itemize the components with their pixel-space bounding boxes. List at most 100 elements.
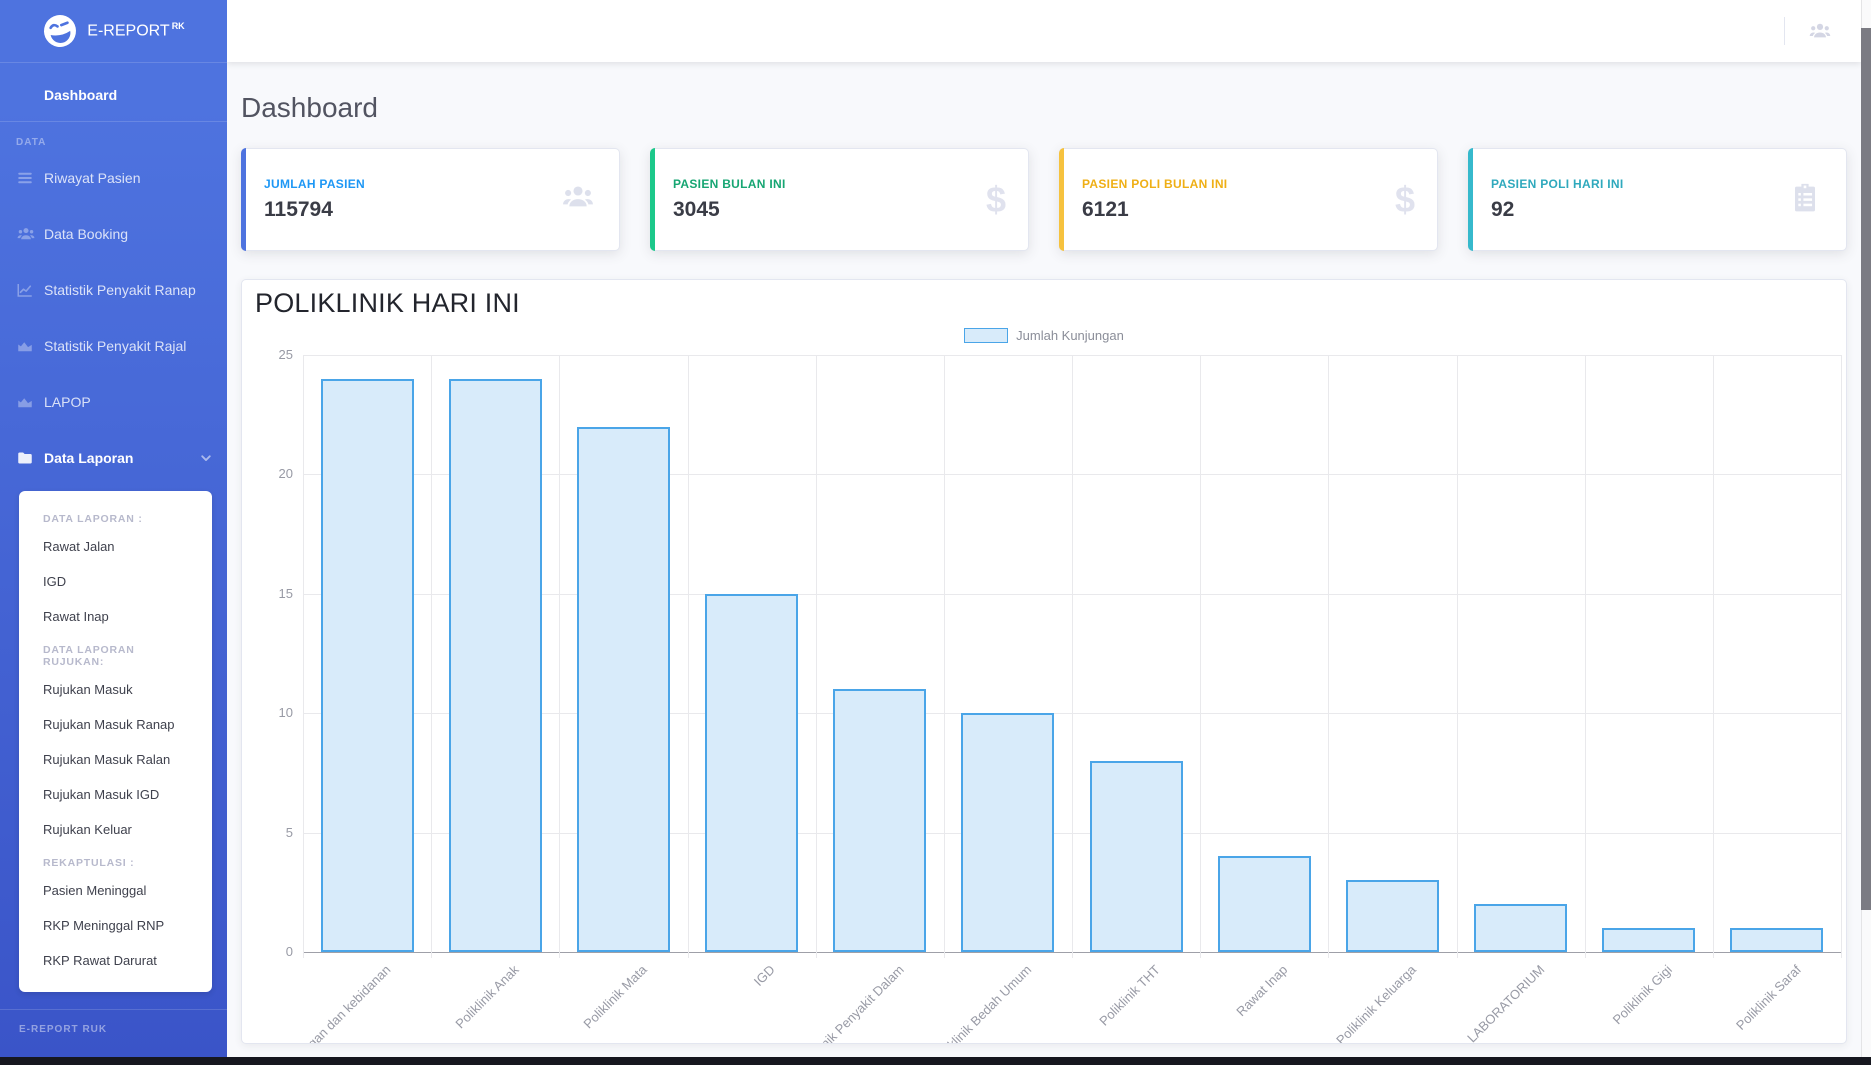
sidebar-submenu-panel: DATA LAPORAN :Rawat JalanIGDRawat InapDA… [19,491,212,992]
v-gridline [1200,355,1201,958]
brand[interactable]: E-REPORTRK [0,0,227,62]
submenu-section-heading: REKAPTULASI : [19,847,212,873]
x-axis-tick-label: ngan dan kebidanan [300,962,394,1044]
stat-card-label: PASIEN BULAN INI [673,177,962,191]
vertical-scrollbar-thumb[interactable] [1861,28,1871,910]
v-gridline [1585,355,1586,958]
x-axis-tick-label: Poliklinik Mata [581,962,650,1031]
sidebar-item-statistik-penyakit-ranap[interactable]: Statistik Penyakit Ranap [0,262,227,318]
users-icon [553,181,597,218]
sidebar: E-REPORTRK Dashboard DATA Riwayat Pasien… [0,0,227,1065]
sidebar-item-label: Dashboard [44,87,117,103]
bar-poliklinik-anak[interactable] [449,379,542,952]
bar-rawat-inap[interactable] [1218,856,1311,952]
dollar-icon: $ [962,182,1006,218]
v-gridline [303,355,304,958]
sidebar-item-lapop[interactable]: LAPOP [0,374,227,430]
bar-poliklinik-tht[interactable] [1090,761,1183,952]
y-axis-tick-label: 0 [253,944,293,959]
clipboard-icon [1780,181,1824,218]
submenu-item-rujukan-masuk[interactable]: Rujukan Masuk [19,672,212,707]
legend-swatch [964,328,1008,343]
sidebar-item-label: LAPOP [44,394,91,410]
v-gridline [1072,355,1073,958]
y-axis-tick-label: 15 [253,586,293,601]
stat-card-pasien-poli-bulan-ini: PASIEN POLI BULAN INI6121$ [1059,148,1438,251]
submenu-item-rujukan-masuk-ranap[interactable]: Rujukan Masuk Ranap [19,707,212,742]
submenu-section-heading: DATA LAPORAN : [19,503,212,529]
vertical-scrollbar-track[interactable] [1861,0,1871,1065]
chart-area-icon [16,393,34,411]
chart-line-icon [16,281,34,299]
tachometer-icon [16,86,34,104]
sidebar-item-riwayat-pasien[interactable]: Riwayat Pasien [0,150,227,206]
window-bottom-edge [0,1057,1871,1065]
sidebar-item-dashboard[interactable]: Dashboard [0,68,227,121]
submenu-item-rkp-rawat-darurat[interactable]: RKP Rawat Darurat [19,943,212,978]
sidebar-item-label: Riwayat Pasien [44,170,141,186]
user-menu-button[interactable] [1799,11,1841,51]
users-icon [1807,20,1833,42]
x-axis-tick-label: Poliklinik Bedah Umum [929,962,1034,1044]
stat-card-info: PASIEN BULAN INI 3045 [673,177,962,222]
submenu-item-rujukan-keluar[interactable]: Rujukan Keluar [19,812,212,847]
chart-area-icon [16,337,34,355]
smiley-logo-icon [39,10,82,53]
x-axis-tick-label: Poliklinik Penyakit Dalam [793,962,906,1044]
stat-card-jumlah-pasien: JUMLAH PASIEN115794 [241,148,620,251]
submenu-item-igd[interactable]: IGD [19,564,212,599]
y-axis-tick-label: 20 [253,466,293,481]
stat-card-pasien-bulan-ini: PASIEN BULAN INI 3045$ [650,148,1029,251]
stat-card-value: 6121 [1082,198,1371,222]
submenu-item-pasien-meninggal[interactable]: Pasien Meninggal [19,873,212,908]
y-axis-tick-label: 10 [253,705,293,720]
bar-poliklinik-saraf[interactable] [1730,928,1823,952]
sidebar-item-label: Data Laporan [44,450,133,466]
sidebar-section-heading: DATA [0,122,227,150]
x-axis-tick-label: Poliklinik Keluarga [1333,962,1419,1044]
x-axis-tick-label: Poliklinik Saraf [1733,962,1804,1033]
dollar-icon: $ [1371,182,1415,218]
sidebar-item-data-laporan[interactable]: Data Laporan [0,430,227,486]
submenu-item-rujukan-masuk-igd[interactable]: Rujukan Masuk IGD [19,777,212,812]
submenu-item-rkp-meninggal-rnp[interactable]: RKP Meninggal RNP [19,908,212,943]
bar-poliklinik-penyakit-dalam[interactable] [833,689,926,952]
y-axis-tick-label: 5 [253,825,293,840]
stat-card-info: PASIEN POLI BULAN INI6121 [1082,177,1371,222]
chart-legend[interactable]: Jumlah Kunjungan [242,328,1846,343]
v-gridline [816,355,817,958]
brand-name: E-REPORTRK [87,21,184,40]
topbar [227,0,1861,62]
x-axis-tick-label: IGD [751,962,778,989]
v-gridline [1713,355,1714,958]
v-gridline [944,355,945,958]
v-gridline [431,355,432,958]
submenu-item-rawat-inap[interactable]: Rawat Inap [19,599,212,634]
submenu-item-rawat-jalan[interactable]: Rawat Jalan [19,529,212,564]
sidebar-footer-heading: E-REPORT RUK [0,1010,227,1035]
bar-ngan-dan-kebidanan[interactable] [321,379,414,952]
bar-laboratorium[interactable] [1474,904,1567,952]
sidebar-item-statistik-penyakit-rajal[interactable]: Statistik Penyakit Rajal [0,318,227,374]
main-content: Dashboard JUMLAH PASIEN115794 PASIEN BULA… [227,62,1861,1065]
stat-card-label: PASIEN POLI HARI INI [1491,177,1780,191]
sidebar-divider [0,62,227,63]
sidebar-item-data-booking[interactable]: Data Booking [0,206,227,262]
bar-poliklinik-bedah-umum[interactable] [961,713,1054,952]
bar-poliklinik-keluarga[interactable] [1346,880,1439,952]
stat-card-pasien-poli-hari-ini: PASIEN POLI HARI INI 92 [1468,148,1847,251]
submenu-item-rujukan-masuk-ralan[interactable]: Rujukan Masuk Ralan [19,742,212,777]
bar-poliklinik-gigi[interactable] [1602,928,1695,952]
sidebar-item-label: Data Booking [44,226,128,242]
stat-card-value: 3045 [673,198,962,222]
v-gridline [1457,355,1458,958]
page-title: Dashboard [241,92,1847,124]
v-gridline [1841,355,1842,958]
bar-igd[interactable] [705,594,798,952]
v-gridline [1328,355,1329,958]
stat-card-value: 92 [1491,198,1780,222]
bar-poliklinik-mata[interactable] [577,427,670,952]
x-axis-tick-label: Poliklinik Gigi [1610,962,1675,1027]
x-axis-tick-label: Poliklinik Anak [452,962,521,1031]
stat-cards-row: JUMLAH PASIEN115794PASIEN BULAN INI3045$… [241,148,1847,251]
